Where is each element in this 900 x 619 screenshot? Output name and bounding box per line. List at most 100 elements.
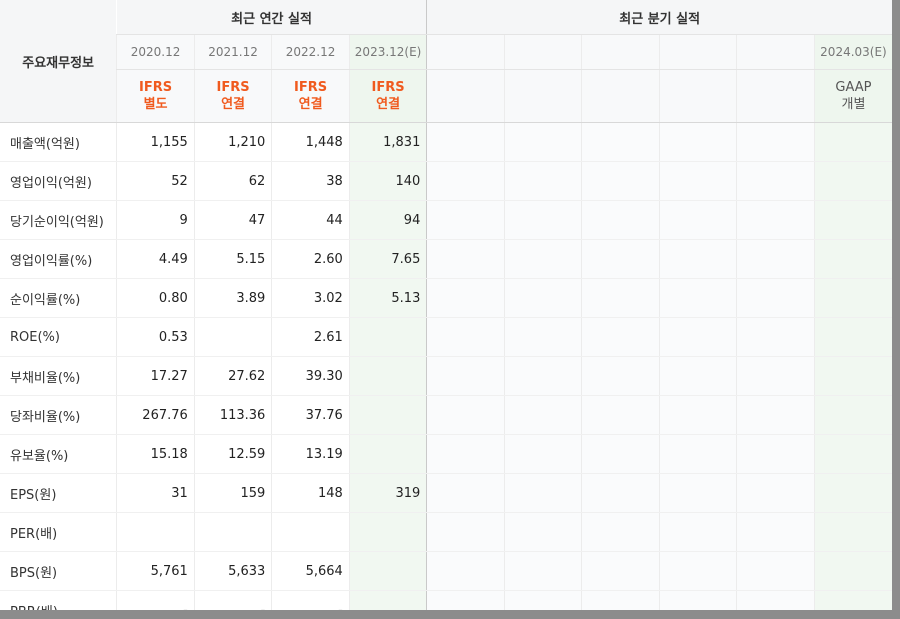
financial-summary-table: 주요재무정보 최근 연간 실적 최근 분기 실적 2020.12 2021.12… <box>0 0 892 610</box>
annual-value-cell: 2.60 <box>271 239 350 279</box>
quarter-value-cell <box>581 434 660 474</box>
table-row: 당기순이익(억원) 9 47 44 94 <box>0 200 892 240</box>
annual-value-cell-estimate: 5.13 <box>348 278 427 318</box>
quarter-value-cell <box>503 161 582 201</box>
quarter-value-cell <box>426 512 505 552</box>
quarter-value-cell <box>736 278 815 318</box>
annual-value-cell: 4.49 <box>116 239 195 279</box>
quarter-value-cell <box>426 590 505 610</box>
quarter-value-cell <box>426 434 505 474</box>
quarter-value-cell <box>658 200 737 240</box>
quarter-value-cell <box>658 122 737 162</box>
quarter-value-cell <box>736 356 815 396</box>
annual-value-cell: 113.36 <box>193 395 272 435</box>
table-row: 순이익률(%) 0.80 3.89 3.02 5.13 <box>0 278 892 318</box>
scope-label: 연결 <box>376 97 401 112</box>
annual-value-cell: 267.76 <box>116 395 195 435</box>
annual-value-cell: 159 <box>193 473 272 513</box>
quarter-value-cell <box>736 122 815 162</box>
quarter-period-header <box>736 34 815 70</box>
row-label: 순이익률(%) <box>0 278 117 318</box>
quarter-period-header <box>581 34 660 70</box>
quarter-value-cell <box>736 473 815 513</box>
annual-period-header: 2022.12 <box>271 34 350 70</box>
scope-label: 개별 <box>841 97 866 112</box>
annual-value-cell: 15.18 <box>116 434 195 474</box>
quarter-value-cell <box>503 278 582 318</box>
annual-value-cell-estimate: 1,831 <box>348 122 427 162</box>
annual-value-cell-estimate <box>348 317 427 357</box>
standard-label: GAAP <box>835 80 872 95</box>
annual-value-cell: 9 <box>116 200 195 240</box>
quarter-value-cell <box>426 161 505 201</box>
quarter-value-cell <box>736 395 815 435</box>
quarter-value-cell <box>581 317 660 357</box>
row-label: 매출액(억원) <box>0 122 117 162</box>
quarter-value-cell-estimate <box>813 161 892 201</box>
quarter-standard-header <box>426 69 505 123</box>
quarter-value-cell <box>503 551 582 591</box>
table-row: 유보율(%) 15.18 12.59 13.19 <box>0 434 892 474</box>
annual-period-header: 2020.12 <box>116 34 195 70</box>
annual-value-cell <box>193 317 272 357</box>
row-label: 유보율(%) <box>0 434 117 474</box>
quarter-value-cell <box>736 200 815 240</box>
quarter-value-cell <box>426 317 505 357</box>
quarter-value-cell <box>658 512 737 552</box>
quarter-value-cell <box>503 434 582 474</box>
quarter-value-cell <box>581 278 660 318</box>
quarter-value-cell <box>736 239 815 279</box>
annual-value-cell: 2.61 <box>271 317 350 357</box>
quarter-value-cell <box>736 590 815 610</box>
row-label: 영업이익률(%) <box>0 239 117 279</box>
table-row: ROE(%) 0.53 2.61 <box>0 317 892 357</box>
quarter-standard-header <box>581 69 660 123</box>
quarter-value-cell <box>658 161 737 201</box>
annual-value-cell: 5,761 <box>116 551 195 591</box>
annual-standard-header-estimate: IFRS 연결 <box>348 69 427 123</box>
row-label: ROE(%) <box>0 317 117 357</box>
financial-rows: 매출액(억원) 1,155 1,210 1,448 1,831 영업이익(억원) 52 62 3… <box>0 122 892 610</box>
annual-value-cell: 1,210 <box>193 122 272 162</box>
quarter-value-cell <box>658 395 737 435</box>
quarter-value-cell <box>658 551 737 591</box>
row-label: 당기순이익(억원) <box>0 200 117 240</box>
annual-value-cell: 5,664 <box>271 551 350 591</box>
quarter-value-cell <box>581 551 660 591</box>
row-label: 부채비율(%) <box>0 356 117 396</box>
annual-value-cell-estimate <box>348 590 427 610</box>
quarter-value-cell <box>581 473 660 513</box>
annual-value-cell-estimate: 140 <box>348 161 427 201</box>
annual-value-cell: 5.15 <box>193 239 272 279</box>
annual-value-cell: 39.30 <box>271 356 350 396</box>
quarter-value-cell <box>503 317 582 357</box>
annual-value-cell <box>116 512 195 552</box>
quarter-value-cell <box>658 356 737 396</box>
quarter-value-cell <box>658 590 737 610</box>
quarter-value-cell <box>658 434 737 474</box>
table-row: 영업이익(억원) 52 62 38 140 <box>0 161 892 201</box>
quarter-value-cell <box>426 356 505 396</box>
quarter-value-cell <box>581 590 660 610</box>
annual-period-header-estimate: 2023.12(E) <box>348 34 427 70</box>
quarter-standard-header <box>658 69 737 123</box>
annual-value-cell: - <box>116 590 195 610</box>
quarter-value-cell <box>658 239 737 279</box>
quarter-value-cell <box>736 317 815 357</box>
quarter-value-cell <box>658 473 737 513</box>
quarter-value-cell <box>736 551 815 591</box>
quarter-value-cell <box>503 473 582 513</box>
quarter-value-cell <box>736 434 815 474</box>
quarter-value-cell-estimate <box>813 278 892 318</box>
quarter-value-cell <box>581 161 660 201</box>
quarter-period-header <box>426 34 505 70</box>
table-row: 영업이익률(%) 4.49 5.15 2.60 7.65 <box>0 239 892 279</box>
standard-label: IFRS <box>216 80 250 95</box>
quarter-value-cell <box>581 395 660 435</box>
quarter-value-cell <box>503 122 582 162</box>
quarter-value-cell <box>581 239 660 279</box>
scope-label: 연결 <box>221 97 246 112</box>
quarter-value-cell <box>426 473 505 513</box>
annual-value-cell: 1,448 <box>271 122 350 162</box>
quarter-value-cell-estimate <box>813 434 892 474</box>
